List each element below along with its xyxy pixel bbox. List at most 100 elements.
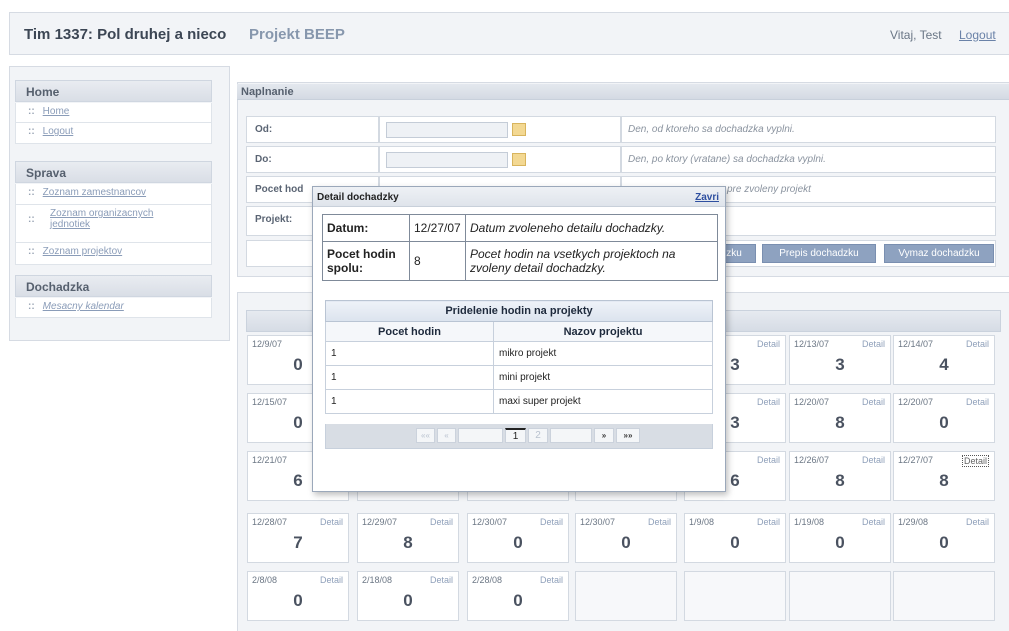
sidebar-item-label[interactable]: Mesacny kalendar [43,301,124,312]
day-date: 2/28/08 [472,575,503,585]
row-hours: 1 [325,365,494,390]
calendar-icon[interactable] [512,123,526,136]
calendar-day: 12/30/07 Detail 0 [575,513,677,563]
sidebar-item-employees[interactable]: :: Zoznam zamestnancov [15,184,212,205]
do-label: Do: [246,146,379,173]
detail-table: Datum: 12/27/07 Datum zvoleneho detailu … [322,214,718,281]
day-date: 12/15/07 [252,397,288,407]
day-hours: 0 [403,591,413,610]
table-row[interactable]: 1 mini projekt [325,365,713,390]
column-header-project[interactable]: Nazov projektu [493,321,713,342]
projects-table: Pridelenie hodin na projekty Pocet hodin… [325,300,713,414]
welcome-text: Vitaj, Test [890,28,942,42]
od-date-input[interactable] [386,122,508,138]
detail-link[interactable]: Detail [757,339,780,349]
detail-link[interactable]: Detail [320,517,343,527]
projects-caption: Pridelenie hodin na projekty [325,300,713,322]
table-row[interactable]: 1 mikro projekt [325,341,713,366]
sidebar-item-home[interactable]: :: Home [15,103,212,123]
logout-link[interactable]: Logout [959,28,996,42]
date-label: Datum: [322,214,410,242]
sidebar-item-org-units[interactable]: :: Zoznam organizacnych jednotiek [15,205,212,243]
sidebar-item-label[interactable]: Zoznam organizacnych jednotiek [50,208,190,230]
detail-link[interactable]: Detail [540,575,563,585]
sidebar-item-label[interactable]: Zoznam projektov [43,246,122,257]
table-row[interactable]: 1 maxi super projekt [325,389,713,414]
calendar-day: 12/20/07 Detail 8 [789,393,891,443]
sidebar-item-projects[interactable]: :: Zoznam projektov [15,243,212,265]
day-hours: 3 [835,355,845,374]
sidebar-item-label[interactable]: Home [43,106,70,117]
calendar-day: 2/28/08 Detail 0 [467,571,569,621]
day-date: 12/21/07 [252,455,288,465]
page-1-button[interactable]: 1 [505,428,526,443]
detail-link[interactable]: Detail [320,575,343,585]
detail-link[interactable]: Detail [540,517,563,527]
detail-link[interactable]: Detail [757,517,780,527]
detail-link[interactable]: Detail [862,397,885,407]
calendar-icon[interactable] [512,153,526,166]
column-header-hours[interactable]: Pocet hodin [325,321,494,342]
day-hours: 0 [513,533,523,552]
day-date: 12/20/07 [898,397,934,407]
calendar-day: 12/20/07 Detail 0 [893,393,995,443]
day-date: 12/13/07 [794,339,830,349]
detail-link[interactable]: Detail [430,575,453,585]
detail-link[interactable]: Detail [961,455,989,467]
close-link[interactable]: Zavri [695,192,719,203]
calendar-day: 12/28/07 Detail 7 [247,513,349,563]
day-date: 2/8/08 [252,575,278,585]
first-page-button[interactable]: «« [416,428,435,443]
project-title: Projekt BEEP [249,26,345,43]
detail-link[interactable]: Detail [648,517,671,527]
page-2-button[interactable]: 2 [528,428,548,443]
sidebar-item-label[interactable]: Logout [43,126,74,137]
delete-button[interactable]: Vymaz dochadzku [884,244,994,263]
detail-link[interactable]: Detail [862,517,885,527]
day-hours: 8 [835,413,845,432]
row-hours: 1 [325,389,494,414]
day-date: 12/14/07 [898,339,934,349]
calendar-day: 2/18/08 Detail 0 [357,571,459,621]
detail-link[interactable]: Detail [757,397,780,407]
detail-link[interactable]: Detail [966,517,989,527]
detail-link[interactable]: Detail [757,455,780,465]
detail-link[interactable]: Detail [430,517,453,527]
day-date: 1/29/08 [898,517,929,527]
last-page-button[interactable]: »» [616,428,640,443]
sidebar-item-logout[interactable]: :: Logout [15,123,212,144]
detail-link[interactable]: Detail [966,339,989,349]
day-date: 12/9/07 [252,339,283,349]
day-date: 12/26/07 [794,455,830,465]
sidebar-item-calendar[interactable]: :: Mesacny kalendar [15,298,212,318]
form-row-do: Do: Den, po ktory (vratane) sa dochadzka… [246,146,996,173]
hours-total-value: 8 [409,241,466,281]
day-date: 12/28/07 [252,517,288,527]
detail-link[interactable]: Detail [862,339,885,349]
pager-spacer [458,428,503,443]
day-hours: 0 [939,533,949,552]
bullet-icon: :: [28,187,35,198]
fill-panel-title: Naplnanie [237,84,1009,100]
calendar-day: 12/26/07 Detail 8 [789,451,891,501]
od-description: Den, od ktoreho sa dochadzka vyplni. [621,116,996,143]
calendar-empty-cell [575,571,677,621]
day-date: 12/27/07 [898,455,934,465]
day-hours: 0 [835,533,845,552]
detail-link[interactable]: Detail [862,455,885,465]
bullet-icon: :: [28,214,35,225]
do-date-input[interactable] [386,152,508,168]
detail-link[interactable]: Detail [966,397,989,407]
rewrite-button[interactable]: Prepis dochadzku [762,244,876,263]
day-date: 12/30/07 [472,517,508,527]
sidebar-item-label[interactable]: Zoznam zamestnancov [43,187,146,198]
day-hours: 0 [513,591,523,610]
pager-spacer [550,428,592,443]
next-page-button[interactable]: » [594,428,614,443]
date-value: 12/27/07 [409,214,466,242]
day-hours: 8 [403,533,413,552]
prev-page-button[interactable]: « [437,428,456,443]
day-date: 12/20/07 [794,397,830,407]
day-hours: 0 [730,533,740,552]
day-hours: 8 [939,471,949,490]
